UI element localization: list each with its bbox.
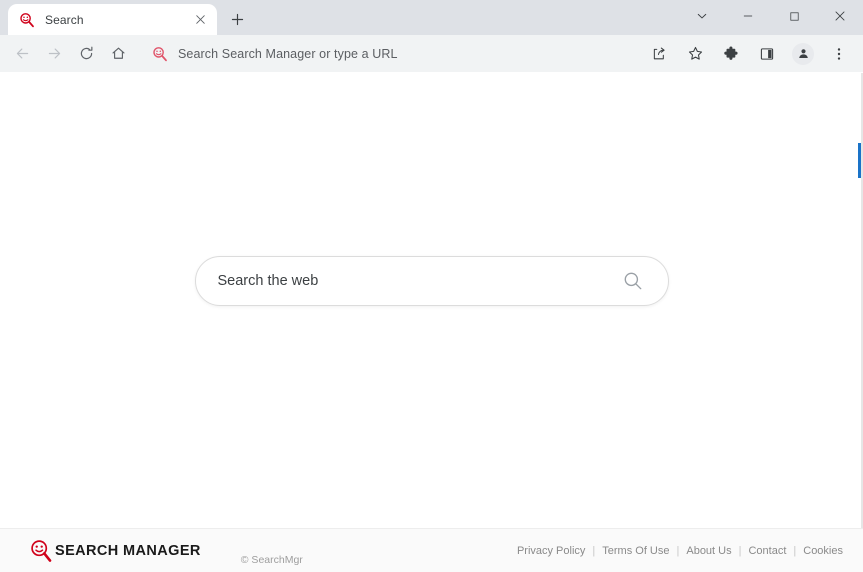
side-panel-icon[interactable] bbox=[753, 40, 781, 68]
search-manager-logo-icon bbox=[28, 538, 54, 564]
reload-icon bbox=[80, 46, 92, 60]
maximize-icon bbox=[789, 11, 799, 21]
web-search-box[interactable] bbox=[194, 255, 669, 306]
home-button[interactable] bbox=[104, 40, 132, 68]
reload-button[interactable] bbox=[72, 40, 100, 68]
close-icon bbox=[835, 11, 845, 21]
back-arrow-icon bbox=[16, 48, 28, 59]
search-manager-favicon-icon bbox=[152, 46, 168, 62]
search-tabs-button[interactable] bbox=[679, 0, 725, 32]
plus-icon bbox=[231, 13, 243, 25]
scrollbar-thumb[interactable] bbox=[858, 143, 861, 178]
tab-close-icon[interactable] bbox=[191, 11, 209, 29]
chevron-down-icon bbox=[697, 13, 707, 19]
browser-window: Search Search Search Manager or type a U… bbox=[0, 0, 863, 572]
avatar bbox=[792, 42, 814, 65]
footer-separator: | bbox=[738, 544, 742, 557]
footer-link-about-us[interactable]: About Us bbox=[686, 545, 731, 557]
page-viewport: SEARCH MANAGER © SearchMgr Privacy Polic… bbox=[0, 72, 863, 572]
footer-brand-name: SEARCH MANAGER bbox=[55, 542, 201, 559]
forward-button[interactable] bbox=[40, 40, 68, 68]
search-input[interactable] bbox=[217, 272, 612, 289]
share-icon[interactable] bbox=[645, 40, 673, 68]
footer-link-cookies[interactable]: Cookies bbox=[803, 545, 843, 557]
footer-copyright: © SearchMgr bbox=[240, 554, 303, 566]
footer-separator: | bbox=[592, 544, 596, 557]
forward-arrow-icon bbox=[48, 48, 60, 59]
close-window-button[interactable] bbox=[817, 0, 863, 32]
page-content bbox=[0, 73, 863, 528]
search-icon[interactable] bbox=[620, 268, 646, 294]
minimize-icon bbox=[743, 15, 753, 17]
footer-link-contact[interactable]: Contact bbox=[748, 545, 786, 557]
new-tab-button[interactable] bbox=[223, 5, 251, 33]
footer-separator: | bbox=[676, 544, 680, 557]
browser-toolbar: Search Search Manager or type a URL bbox=[0, 35, 863, 72]
maximize-button[interactable] bbox=[771, 0, 817, 32]
search-manager-favicon-icon bbox=[19, 12, 35, 28]
bookmark-star-icon[interactable] bbox=[681, 40, 709, 68]
back-button[interactable] bbox=[8, 40, 36, 68]
window-controls bbox=[679, 0, 863, 32]
browser-tab[interactable]: Search bbox=[8, 4, 217, 35]
address-bar-text: Search Search Manager or type a URL bbox=[178, 46, 398, 61]
three-dot-menu-icon[interactable] bbox=[825, 40, 853, 68]
footer-links: Privacy Policy | Terms Of Use | About Us… bbox=[517, 545, 843, 557]
extensions-puzzle-icon[interactable] bbox=[717, 40, 745, 68]
footer-brand[interactable]: SEARCH MANAGER bbox=[28, 538, 201, 564]
minimize-button[interactable] bbox=[725, 0, 771, 32]
page-footer: SEARCH MANAGER © SearchMgr Privacy Polic… bbox=[0, 528, 863, 572]
footer-link-terms-of-use[interactable]: Terms Of Use bbox=[602, 545, 669, 557]
footer-link-privacy-policy[interactable]: Privacy Policy bbox=[517, 545, 585, 557]
address-bar[interactable]: Search Search Manager or type a URL bbox=[142, 39, 635, 68]
footer-separator: | bbox=[793, 544, 797, 557]
tab-strip: Search bbox=[0, 0, 863, 35]
tab-title: Search bbox=[45, 12, 84, 27]
home-icon bbox=[111, 47, 125, 59]
profile-avatar-icon[interactable] bbox=[789, 40, 817, 68]
